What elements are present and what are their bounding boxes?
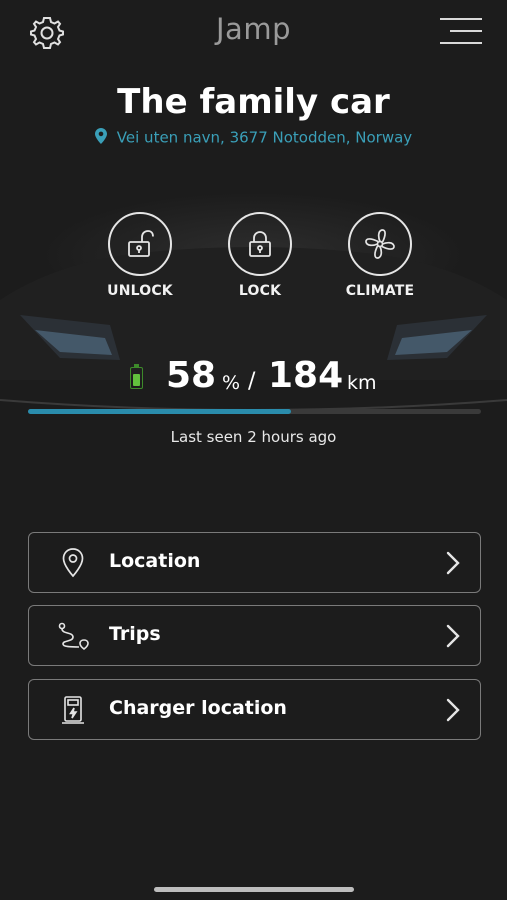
charger-location-row[interactable]: Charger location	[28, 679, 481, 740]
hamburger-line-top	[440, 18, 482, 20]
chevron-right-icon	[446, 551, 460, 575]
charger-location-label: Charger location	[109, 697, 287, 719]
charger-icon	[62, 696, 84, 724]
location-pin-icon	[62, 548, 84, 578]
chevron-right-icon	[446, 624, 460, 648]
unlock-label: UNLOCK	[107, 283, 173, 299]
route-icon	[58, 622, 89, 651]
battery-progress-fill	[28, 409, 291, 414]
trips-label: Trips	[109, 623, 161, 645]
unlock-ring	[108, 212, 172, 276]
location-row[interactable]: Location	[28, 532, 481, 593]
car-name: The family car	[117, 82, 390, 122]
trips-row[interactable]: Trips	[28, 605, 481, 666]
battery-fill	[133, 374, 140, 386]
battery-range-readout: 58 % / 184 km	[0, 355, 507, 405]
hamburger-line-bottom	[440, 42, 482, 44]
unlock-button[interactable]: UNLOCK	[90, 212, 190, 299]
location-pin-icon	[94, 128, 107, 148]
chevron-right-icon	[446, 698, 460, 722]
car-actions: UNLOCK LOCK CLIMATE	[0, 212, 507, 302]
lock-ring	[228, 212, 292, 276]
climate-button[interactable]: CLIMATE	[330, 212, 430, 299]
lock-button[interactable]: LOCK	[210, 212, 310, 299]
location-label: Location	[109, 550, 201, 572]
climate-label: CLIMATE	[345, 283, 415, 299]
home-indicator[interactable]	[154, 887, 354, 892]
lock-label: LOCK	[238, 283, 282, 299]
address-text: Vei uten navn, 3677 Notodden, Norway	[116, 128, 413, 147]
hamburger-line-middle	[450, 30, 482, 32]
lock-icon	[249, 231, 271, 257]
top-bar: Jamp	[0, 0, 507, 64]
unlock-icon	[128, 230, 154, 257]
car-address: Vei uten navn, 3677 Notodden, Norway	[0, 128, 507, 148]
range-unit: km	[347, 372, 377, 394]
hamburger-menu-button[interactable]	[440, 16, 482, 48]
battery-unit: %	[222, 372, 241, 394]
battery-cap	[134, 364, 139, 367]
battery-icon	[130, 364, 143, 389]
climate-ring	[348, 212, 412, 276]
readout-separator: /	[248, 369, 256, 394]
battery-progress-bar	[28, 409, 481, 414]
last-seen-text: Last seen 2 hours ago	[170, 428, 337, 446]
range-value: 184	[268, 355, 344, 396]
fan-icon	[365, 229, 395, 259]
brand-logo: Jamp	[216, 12, 291, 46]
battery-percent: 58	[166, 355, 217, 396]
